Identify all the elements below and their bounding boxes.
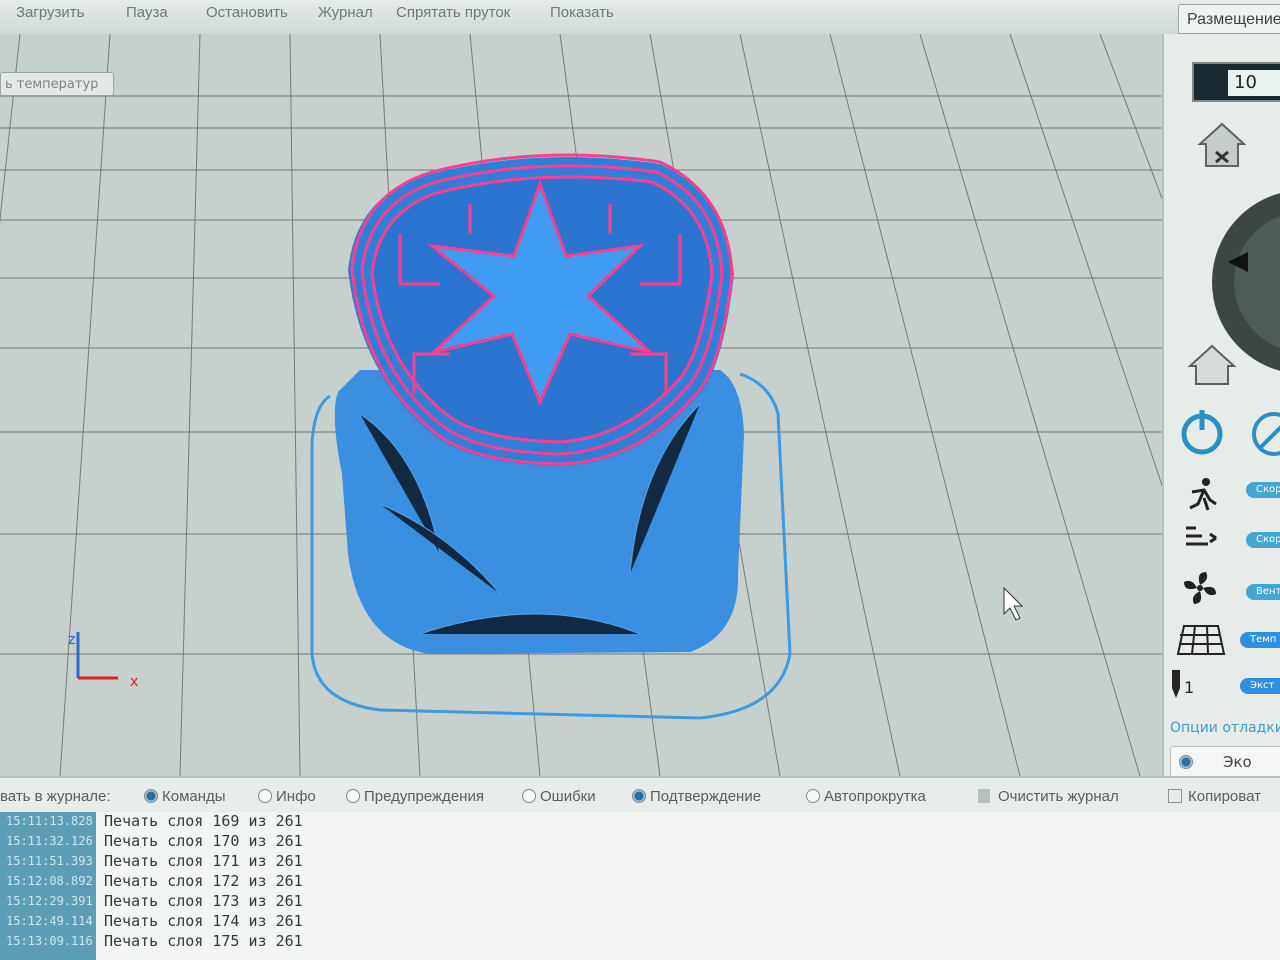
log-line: Печать слоя 175 из 261 (104, 932, 303, 950)
log-line: Печать слоя 169 из 261 (104, 812, 303, 830)
axis-indicator: z x (68, 632, 138, 690)
warnings-radio[interactable] (346, 789, 360, 803)
extruder-label[interactable]: Экст (1240, 678, 1280, 694)
log-line: Печать слоя 174 из 261 (104, 912, 303, 930)
clear-log-label: Очистить журнал (998, 788, 1119, 805)
eco-radio[interactable] (1179, 755, 1193, 769)
confirmation-option[interactable]: Подтверждение (632, 788, 761, 805)
main-toolbar: Загрузить Пауза Остановить Журнал Спрята… (0, 0, 1280, 35)
copy-label: Копироват (1188, 788, 1261, 805)
info-label: Инфо (276, 788, 316, 805)
autoscroll-radio[interactable] (806, 789, 820, 803)
control-panel: 10 Скор Скор Вент Темп Экст 1 Опции отла… (1162, 34, 1280, 778)
log-time: 15:12:08.892 (6, 874, 93, 888)
log-time: 15:12:49.114 (6, 914, 93, 928)
copy-icon (1168, 789, 1182, 803)
fan-label[interactable]: Вент (1246, 584, 1280, 600)
flow-icon (1186, 526, 1217, 546)
log-line: Печать слоя 170 из 261 (104, 832, 303, 850)
commands-label: Команды (162, 788, 226, 805)
errors-label: Ошибки (540, 788, 596, 805)
speed-label[interactable]: Скор (1246, 482, 1280, 498)
log-time: 15:11:13.828 (6, 814, 93, 828)
journal-button[interactable]: Журнал (318, 4, 373, 21)
log-panel[interactable]: 15:11:13.828 15:11:32.126 15:11:51.393 1… (0, 812, 1280, 960)
warnings-option[interactable]: Предупреждения (346, 788, 484, 805)
info-option[interactable]: Инфо (258, 788, 316, 805)
warnings-label: Предупреждения (364, 788, 484, 805)
3d-viewport[interactable]: z x ь температур (0, 34, 1162, 776)
tab-placement[interactable]: Размещение (1178, 4, 1280, 34)
disable-motors-icon (1252, 412, 1280, 456)
log-line: Печать слоя 173 из 261 (104, 892, 303, 910)
info-radio[interactable] (258, 789, 272, 803)
show-in-log-label: вать в журнале: (0, 788, 111, 805)
log-line: Печать слоя 172 из 261 (104, 872, 303, 890)
print-preview-canvas[interactable]: z x (0, 34, 1162, 776)
bed-temp-label[interactable]: Темп (1240, 632, 1280, 648)
log-time: 15:11:51.393 (6, 854, 93, 868)
trash-icon (978, 789, 990, 803)
jog-wheel (1212, 193, 1280, 371)
mouse-cursor-icon (1003, 586, 1024, 621)
hide-filament-button[interactable]: Спрятать пруток (396, 4, 510, 21)
panel-icons (1172, 122, 1280, 698)
errors-option[interactable]: Ошибки (522, 788, 596, 805)
commands-radio[interactable] (144, 789, 158, 803)
extruder-icon (1172, 670, 1180, 698)
load-button[interactable]: Загрузить (16, 4, 85, 21)
errors-radio[interactable] (522, 789, 536, 803)
commands-option[interactable]: Команды (144, 788, 226, 805)
log-time: 15:13:09.116 (6, 934, 93, 948)
pause-button[interactable]: Пауза (126, 4, 168, 21)
speed-icon (1189, 478, 1217, 511)
log-options-bar: вать в журнале: Команды Инфо Предупрежде… (0, 776, 1280, 814)
autoscroll-label: Автопрокрутка (824, 788, 926, 805)
autoscroll-option[interactable]: Автопрокрутка (806, 788, 926, 805)
confirmation-radio[interactable] (632, 789, 646, 803)
log-time: 15:11:32.126 (6, 834, 93, 848)
copy-button[interactable]: Копироват (1168, 788, 1261, 805)
show-button[interactable]: Показать (550, 4, 614, 21)
debug-options-label: Опции отладки (1170, 720, 1280, 736)
power-icon (1181, 410, 1223, 455)
confirmation-label: Подтверждение (650, 788, 762, 805)
log-line: Печать слоя 171 из 261 (104, 852, 303, 870)
home-z-icon (1187, 344, 1237, 385)
tab-temperature[interactable]: ь температур (0, 72, 114, 96)
home-xy-icon (1197, 122, 1247, 167)
heated-bed-icon (1176, 625, 1226, 655)
clear-log-button[interactable]: Очистить журнал (978, 788, 1119, 805)
flow-label[interactable]: Скор (1246, 532, 1280, 548)
stop-button[interactable]: Остановить (206, 4, 288, 21)
log-time: 15:12:29.391 (6, 894, 93, 908)
log-timestamps: 15:11:13.828 15:11:32.126 15:11:51.393 1… (0, 812, 96, 960)
axis-x-label: x (130, 674, 138, 690)
axis-z-label: z (68, 632, 75, 648)
extruder-number: 1 (1184, 678, 1195, 697)
fan-icon (1184, 572, 1216, 604)
eco-label: Эко (1223, 753, 1252, 771)
eco-mode-toggle[interactable]: Эко (1170, 746, 1280, 778)
